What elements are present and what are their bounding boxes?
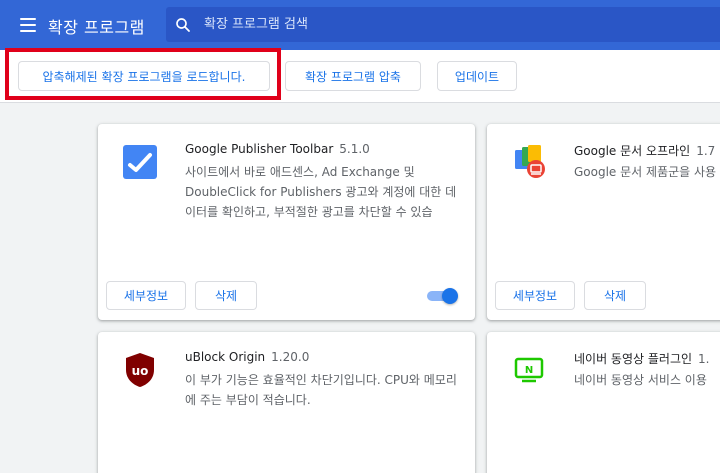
extension-card: Google 문서 오프라인 1.7 Google 문서 제품군을 사용 업을 완… (487, 124, 720, 320)
extension-version: 1. (698, 352, 710, 366)
card-footer: 세부정보 삭제 (487, 273, 720, 320)
extension-version: 5.1.0 (339, 142, 370, 156)
extension-name: Google Publisher Toolbar 5.1.0 (185, 142, 370, 156)
extension-name: 네이버 동영상 플러그인 1. (574, 350, 709, 367)
extension-version: 1.20.0 (271, 350, 310, 364)
update-button[interactable]: 업데이트 (437, 61, 517, 91)
developer-toolbar: 압축해제된 확장 프로그램을 로드합니다. 확장 프로그램 압축 업데이트 (0, 50, 720, 103)
extension-description: 네이버 동영상 서비스 이용 (574, 373, 707, 387)
search-box[interactable] (166, 7, 720, 42)
naver-video-plugin-icon: N (514, 357, 544, 383)
search-icon[interactable] (174, 16, 192, 34)
extension-name: Google 문서 오프라인 1.7 (574, 142, 715, 159)
page-title: 확장 프로그램 (48, 18, 145, 37)
enable-toggle[interactable] (427, 288, 458, 304)
card-footer: 세부정보 삭제 (98, 273, 475, 320)
extension-title: uBlock Origin (185, 350, 266, 364)
search-input[interactable] (204, 7, 704, 42)
publisher-toolbar-icon (123, 145, 157, 179)
extension-description: 사이트에서 바로 애드센스, Ad Exchange 및 DoubleClick… (185, 165, 457, 219)
menu-icon[interactable] (20, 18, 36, 32)
extension-card: uo uBlock Origin 1.20.0 이 부가 기능은 효율적인 차단기… (98, 332, 475, 473)
extension-title: 네이버 동영상 플러그인 (574, 352, 693, 366)
details-button[interactable]: 세부정보 (106, 281, 186, 310)
extension-description: Google 문서 제품군을 사용 업을 완료할 수 있습니다. (574, 165, 720, 179)
extension-card: Google Publisher Toolbar 5.1.0 사이트에서 바로 애… (98, 124, 475, 320)
ublock-origin-icon: uo (126, 353, 154, 387)
google-docs-offline-icon (515, 145, 545, 178)
details-button[interactable]: 세부정보 (495, 281, 575, 310)
top-bar: 확장 프로그램 (0, 0, 720, 50)
extension-name: uBlock Origin 1.20.0 (185, 350, 309, 364)
extension-title: Google 문서 오프라인 (574, 144, 691, 158)
remove-button[interactable]: 삭제 (195, 281, 257, 310)
load-unpacked-button[interactable]: 압축해제된 확장 프로그램을 로드합니다. (18, 61, 270, 91)
svg-text:N: N (525, 365, 533, 376)
extension-description: 이 부가 기능은 효율적인 차단기입니다. CPU와 메모리에 주는 부담이 적… (185, 373, 457, 407)
svg-text:uo: uo (132, 364, 149, 378)
remove-button[interactable]: 삭제 (584, 281, 646, 310)
extension-title: Google Publisher Toolbar (185, 142, 334, 156)
extension-version: 1.7 (696, 144, 716, 158)
toggle-knob (442, 288, 458, 304)
extension-card: N 네이버 동영상 플러그인 1. 네이버 동영상 서비스 이용 (487, 332, 720, 473)
pack-extension-button[interactable]: 확장 프로그램 압축 (285, 61, 421, 91)
